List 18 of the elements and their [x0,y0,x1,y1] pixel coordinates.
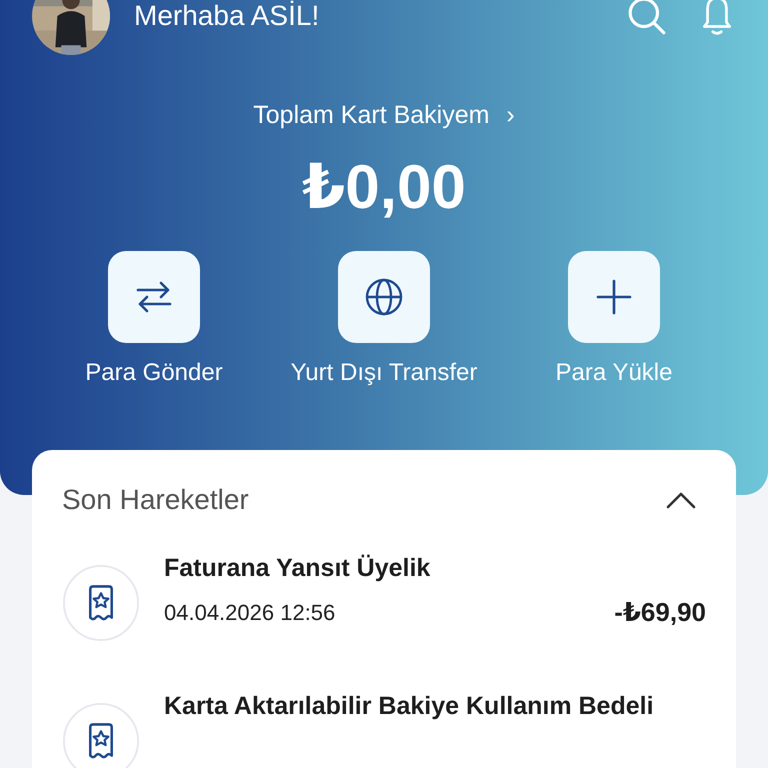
total-balance-link[interactable]: Toplam Kart Bakiyem › [253,101,515,130]
transaction-date: 04.04.2026 12:56 [164,600,336,626]
transaction-title: Faturana Yansıt Üyelik [164,554,432,583]
globe-icon [364,277,404,317]
balance-amount: ₺0,00 [302,152,466,223]
chevron-up-icon[interactable] [666,491,696,509]
action-tile[interactable] [108,251,200,343]
plus-icon [594,277,634,317]
action-label: Yurt Dışı Transfer [290,359,478,387]
search-icon[interactable] [626,0,668,37]
action-label: Para Gönder [85,359,223,387]
action-tile[interactable] [338,251,430,343]
action-label: Para Yükle [556,359,672,387]
transaction-title: Karta Aktarılabilir Bakiye Kullanım Bedeli [164,692,655,721]
action-tile[interactable] [568,251,660,343]
section-title: Son Hareketler [62,484,249,516]
greeting: Merhaba ASİL! [134,0,320,32]
transaction-amount: -₺69,90 [614,597,706,628]
